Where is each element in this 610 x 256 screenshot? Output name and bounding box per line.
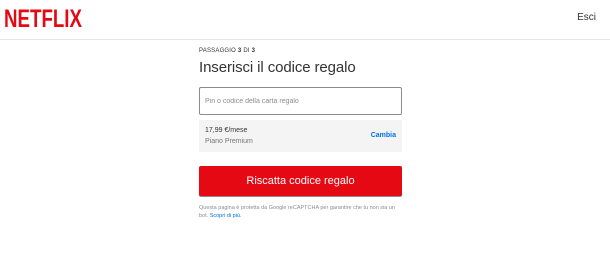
redeem-button[interactable]: Riscatta codice regalo (199, 166, 402, 196)
plan-summary: 17,99 €/mese Piano Premium Cambia (199, 120, 402, 152)
learn-more-link[interactable]: Scopri di più. (210, 213, 242, 219)
step-indicator: PASSAGGIO 3 DI 3 (199, 48, 256, 54)
plan-name: Piano Premium (205, 138, 253, 145)
signout-link[interactable]: Esci (577, 12, 596, 23)
change-plan-link[interactable]: Cambia (371, 132, 396, 139)
netflix-logo[interactable]: NETFLIX (4, 6, 82, 30)
gift-code-field[interactable] (199, 87, 402, 115)
header: NETFLIX Esci (0, 0, 610, 40)
recaptcha-notice: Questa pagina è protetta da Google reCAP… (199, 205, 395, 219)
step-total: 3 (251, 48, 256, 54)
gift-code-input[interactable] (200, 88, 401, 114)
netflix-logo-icon: NETFLIX (4, 6, 82, 30)
page-title: Inserisci il codice regalo (199, 59, 356, 76)
redeem-gift-form: PASSAGGIO 3 DI 3 Inserisci il codice reg… (199, 44, 402, 220)
svg-text:NETFLIX: NETFLIX (4, 6, 82, 30)
plan-price: 17,99 €/mese (205, 127, 248, 134)
